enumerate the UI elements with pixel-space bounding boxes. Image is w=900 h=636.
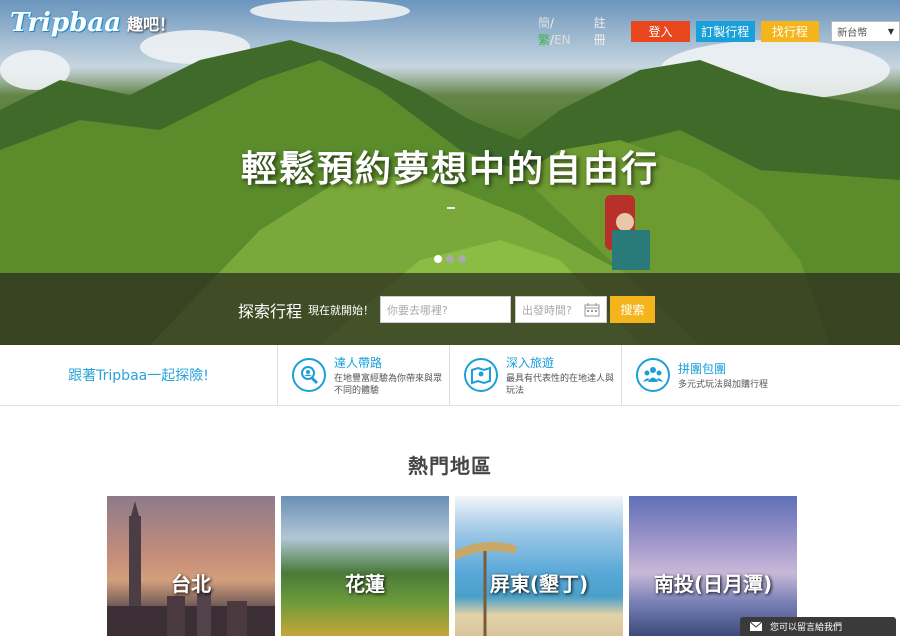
lang-simplified-link[interactable]: 簡 (538, 16, 550, 30)
carousel-dot[interactable] (458, 255, 466, 263)
currency-value: 新台幣 (837, 27, 868, 39)
area-card-hualien[interactable]: 花蓮 (281, 496, 449, 636)
group-icon (636, 358, 670, 392)
area-label: 花蓮 (345, 572, 385, 596)
lang-english-link[interactable]: EN (554, 33, 571, 47)
beach-umbrella-image (455, 542, 517, 636)
language-switcher: 簡/繁/EN (538, 14, 586, 48)
feature-title: 達人帶路 (334, 355, 383, 370)
chat-label: 您可以留言給我們 (770, 623, 843, 633)
feature-desc: 最具有代表性的在地達人與玩法 (506, 373, 615, 396)
feature-title: 拼團包團 (678, 361, 727, 376)
map-icon (464, 358, 498, 392)
logo-wordmark: Tripbaa (10, 8, 122, 38)
destination-placeholder: 你要去哪裡? (387, 303, 448, 317)
feature-desc: 在地豐富經驗為你帶來與眾不同的體驗 (334, 373, 443, 396)
hot-areas-grid: 台北 花蓮 屏東(墾丁) 南投(日月潭) (107, 496, 797, 636)
logo[interactable]: Tripbaa 趣吧！ (10, 8, 175, 38)
logo-subtitle: 趣吧！ (127, 15, 176, 34)
hot-areas-title: 熱門地區 (408, 454, 492, 478)
search-title: 探索行程 (238, 301, 303, 321)
hero-banner: Tripbaa 趣吧！ 簡/繁/EN 註冊 登入 訂製行程 找行程 新台幣 ▼ … (0, 0, 900, 345)
top-nav: 簡/繁/EN 註冊 登入 訂製行程 找行程 新台幣 ▼ (538, 14, 900, 48)
taipei-skyline-image (107, 501, 275, 636)
feature-desc: 多元式玩法與加購行程 (678, 379, 769, 390)
area-card-taipei[interactable]: 台北 (107, 496, 275, 636)
area-label: 台北 (171, 572, 211, 596)
search-button[interactable]: 搜索 (610, 296, 656, 323)
find-trip-button[interactable]: 找行程 (760, 20, 820, 42)
search-subtitle: 現在就開始！ (308, 303, 375, 317)
calendar-icon[interactable] (584, 302, 600, 317)
mail-icon (750, 622, 762, 631)
feature-title: 深入旅遊 (506, 355, 555, 370)
feature-deep-travel: 深入旅遊 最具有代表性的在地達人與玩法 (450, 345, 622, 405)
feature-group-tour: 拼團包團 多元式玩法與加購行程 (622, 345, 900, 405)
destination-input[interactable]: 你要去哪裡? (380, 296, 512, 323)
date-input[interactable]: 出發時間? (515, 296, 608, 323)
carousel-dot[interactable] (446, 255, 454, 263)
currency-select[interactable]: 新台幣 ▼ (831, 20, 900, 42)
lang-separator: / (550, 16, 555, 30)
lang-traditional-link[interactable]: 繁 (538, 33, 550, 47)
area-card-pingtung[interactable]: 屏東(墾丁) (455, 496, 623, 636)
date-placeholder: 出發時間? (522, 303, 572, 317)
feature-expert-guide: 達人帶路 在地豐富經驗為你帶來與眾不同的體驗 (278, 345, 450, 405)
dropdown-arrow-icon: ▼ (887, 26, 894, 36)
area-label: 屏東(墾丁) (489, 572, 589, 596)
carousel-dots (434, 255, 466, 263)
area-label: 南投(日月潭) (653, 572, 773, 596)
expert-search-icon (292, 358, 326, 392)
features-bar: 跟著Tripbaa一起探險! 達人帶路 在地豐富經驗為你帶來與眾不同的體驗 深入… (0, 345, 900, 406)
features-tagline: 跟著Tripbaa一起探險! (0, 345, 278, 405)
area-card-nantou[interactable]: 南投(日月潭) (629, 496, 797, 636)
hero-headline: 輕鬆預約夢想中的自由行 (240, 149, 659, 190)
carousel-dot[interactable] (434, 255, 442, 263)
headline-divider (447, 207, 455, 209)
custom-trip-button[interactable]: 訂製行程 (695, 20, 755, 42)
search-form: 探索行程 現在就開始！ 你要去哪裡? 出發時間? 搜索 (238, 296, 656, 323)
register-link[interactable]: 註冊 (594, 14, 618, 48)
leave-message-widget[interactable]: 您可以留言給我們 (740, 617, 896, 636)
login-button[interactable]: 登入 (631, 20, 690, 42)
